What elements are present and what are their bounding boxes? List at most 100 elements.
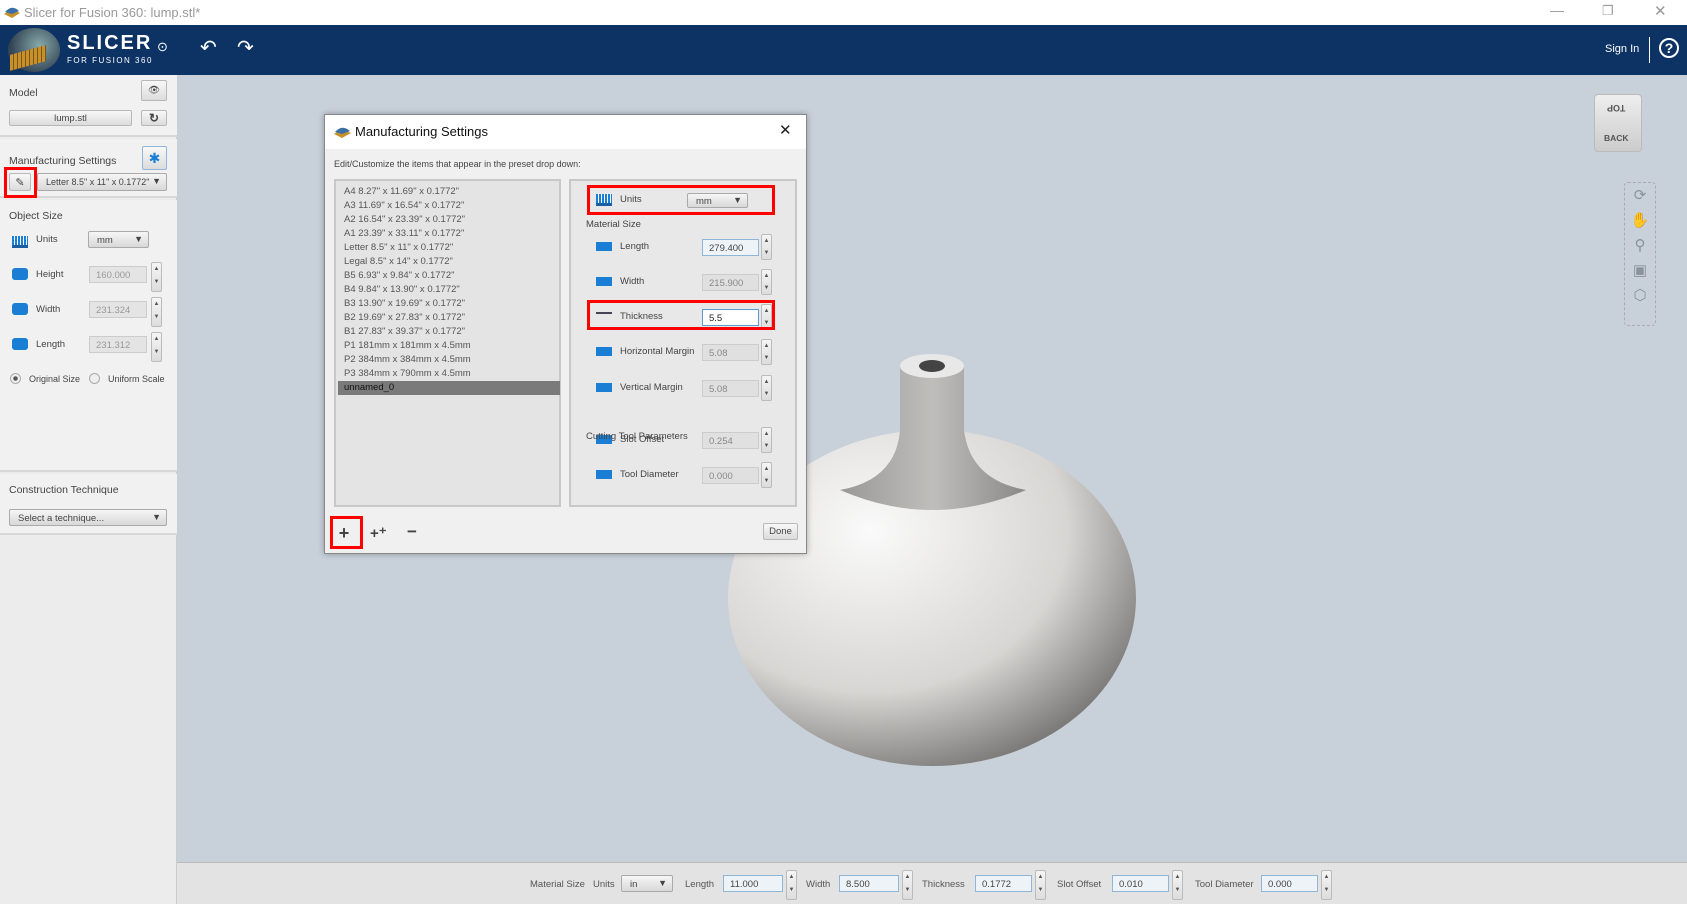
bottom-width-input[interactable]: 8.500 <box>839 875 899 892</box>
bottom-slot-offset-input[interactable]: 0.010 <box>1112 875 1169 892</box>
height-stepper[interactable]: ▲ ▼ <box>151 262 162 292</box>
width-label: Width <box>806 879 831 890</box>
model-file-button[interactable]: lump.stl <box>9 110 132 126</box>
close-window-button[interactable]: ✕ <box>1654 2 1667 20</box>
tool-diameter-label: Tool Diameter <box>1195 879 1254 890</box>
minimize-button[interactable]: — <box>1550 2 1564 18</box>
length-label: Length <box>620 241 650 252</box>
preset-list-item[interactable]: Legal 8.5" x 14" x 0.1772" <box>338 255 560 269</box>
width-label: Width <box>36 304 61 315</box>
preset-list-item[interactable]: B5 6.93" x 9.84" x 0.1772" <box>338 269 560 283</box>
preset-list-item[interactable]: A4 8.27" x 11.69" x 0.1772" <box>338 185 560 199</box>
construction-section: Construction Technique Select a techniqu… <box>0 474 177 535</box>
highlight-box <box>330 516 363 549</box>
pan-hand-icon[interactable]: ✋ <box>1625 208 1655 233</box>
preset-list-item[interactable]: B2 19.69" x 27.83" x 0.1772" <box>338 311 560 325</box>
slot-input[interactable]: 0.254 <box>702 432 759 449</box>
units-label: Units <box>36 234 58 245</box>
tool-diameter-stepper[interactable]: ▲ ▼ <box>1321 870 1332 900</box>
preset-list-item[interactable]: unnamed_0 <box>338 381 560 395</box>
zoom-magnifier-icon[interactable]: ⚲ <box>1625 233 1655 258</box>
units-label: Units <box>593 879 615 890</box>
thickness-stepper[interactable]: ▲ ▼ <box>1035 870 1046 900</box>
construction-label: Construction Technique <box>9 484 119 496</box>
units-ruler-icon <box>596 194 612 206</box>
model-label: Model <box>9 87 38 99</box>
view-cube-top[interactable]: TOP <box>1607 103 1625 113</box>
vmargin-input[interactable]: 5.08 <box>702 380 759 397</box>
visibility-eye-icon[interactable]: 👁 <box>141 80 167 101</box>
width-icon <box>596 277 612 286</box>
slot-offset-stepper[interactable]: ▲ ▼ <box>1172 870 1183 900</box>
length-label: Length <box>685 879 715 890</box>
preset-list-item[interactable]: A3 11.69" x 16.54" x 0.1772" <box>338 199 560 213</box>
redo-icon[interactable]: ↷ <box>237 35 254 60</box>
length-stepper[interactable]: ▲ ▼ <box>786 870 797 900</box>
preset-list-item[interactable]: P1 181mm x 181mm x 4.5mm <box>338 339 560 353</box>
units-dropdown[interactable]: mm ▼ <box>88 231 149 248</box>
preset-list-item[interactable]: A2 16.54" x 23.39" x 0.1772" <box>338 213 560 227</box>
height-input[interactable]: 160.000 <box>89 266 147 283</box>
bottom-tool-diameter-input[interactable]: 0.000 <box>1261 875 1318 892</box>
navigation-toolbar: ⟳ ✋ ⚲ ▣ ⬡ <box>1624 182 1656 326</box>
settings-gear-icon[interactable]: ✱ <box>142 146 167 170</box>
restore-button[interactable]: ❐ <box>1602 3 1614 19</box>
dialog-close-button[interactable]: ✕ <box>779 121 792 139</box>
preset-list-item[interactable]: P3 384mm x 790mm x 4.5mm <box>338 367 560 381</box>
view-cube-back[interactable]: BACK <box>1604 133 1629 143</box>
home-view-icon[interactable]: ⬡ <box>1625 283 1655 308</box>
technique-value: Select a technique... <box>18 513 105 524</box>
app-menu-chevron-icon[interactable]: ⊙ <box>157 39 168 55</box>
tool-input[interactable]: 0.000 <box>702 467 759 484</box>
preset-list-item[interactable]: Letter 8.5" x 11" x 0.1772" <box>338 241 560 255</box>
units-value: mm <box>97 235 113 246</box>
preset-list-item[interactable]: B4 9.84" x 13.90" x 0.1772" <box>338 283 560 297</box>
help-button[interactable]: ? <box>1659 38 1679 58</box>
vmargin-icon <box>596 383 612 392</box>
preset-dropdown[interactable]: Letter 8.5" x 11" x 0.1772" ▼ <box>37 173 167 191</box>
preset-list[interactable]: A4 8.27" x 11.69" x 0.1772" A3 11.69" x 1… <box>334 179 561 507</box>
width-stepper[interactable]: ▲ ▼ <box>902 870 913 900</box>
length-input[interactable]: 231.312 <box>89 336 147 353</box>
slot-stepper[interactable]: ▲ ▼ <box>761 427 772 453</box>
dialog-units-dropdown[interactable]: mm ▼ <box>687 193 748 208</box>
view-cube[interactable]: TOP BACK <box>1594 94 1642 152</box>
bottom-units-dropdown[interactable]: in ▼ <box>621 875 673 892</box>
bottom-thickness-input[interactable]: 0.1772 <box>975 875 1032 892</box>
tool-stepper[interactable]: ▲ ▼ <box>761 462 772 488</box>
hmargin-input[interactable]: 5.08 <box>702 344 759 361</box>
width-input[interactable]: 215.900 <box>702 274 759 291</box>
length-stepper[interactable]: ▲ ▼ <box>761 234 772 260</box>
preset-list-item[interactable]: A1 23.39" x 33.11" x 0.1772" <box>338 227 560 241</box>
technique-dropdown[interactable]: Select a technique... ▼ <box>9 509 167 526</box>
orbit-icon[interactable]: ⟳ <box>1625 183 1655 208</box>
original-size-radio[interactable] <box>10 373 21 384</box>
reload-icon[interactable]: ↻ <box>141 110 167 126</box>
preset-list-item[interactable]: B1 27.83" x 39.37" x 0.1772" <box>338 325 560 339</box>
preset-list-item[interactable]: P2 384mm x 384mm x 4.5mm <box>338 353 560 367</box>
length-stepper[interactable]: ▲ ▼ <box>151 332 162 362</box>
length-input[interactable]: 279.400 <box>702 239 759 256</box>
hmargin-stepper[interactable]: ▲ ▼ <box>761 339 772 365</box>
width-stepper[interactable]: ▲ ▼ <box>761 269 772 295</box>
undo-icon[interactable]: ↶ <box>200 35 217 60</box>
bottom-length-input[interactable]: 11.000 <box>723 875 783 892</box>
slot-offset-label: Slot Offset <box>1057 879 1102 890</box>
uniform-scale-radio[interactable] <box>89 373 100 384</box>
object-size-section: Object Size Units mm ▼ Height 160.000 ▲ ▼ … <box>0 200 177 472</box>
width-input[interactable]: 231.324 <box>89 301 147 318</box>
width-stepper[interactable]: ▲ ▼ <box>151 297 162 327</box>
sign-in-link[interactable]: Sign In <box>1605 43 1639 55</box>
thickness-label: Thickness <box>922 879 965 890</box>
vmargin-stepper[interactable]: ▲ ▼ <box>761 375 772 401</box>
material-status-bar: Material Size Units in ▼ Length 11.000 ▲ ▼… <box>177 862 1687 904</box>
units-label: Units <box>620 194 642 205</box>
preset-list-item[interactable]: B3 13.90" x 19.69" x 0.1772" <box>338 297 560 311</box>
done-button[interactable]: Done <box>763 523 798 540</box>
uniform-scale-label: Uniform Scale <box>108 374 165 384</box>
slicer-logo-icon <box>8 28 60 72</box>
duplicate-preset-button[interactable]: +⁺ <box>370 524 387 542</box>
remove-preset-button[interactable]: − <box>407 522 417 542</box>
hmargin-label: Horizontal Margin <box>620 346 695 357</box>
fit-view-icon[interactable]: ▣ <box>1625 258 1655 283</box>
